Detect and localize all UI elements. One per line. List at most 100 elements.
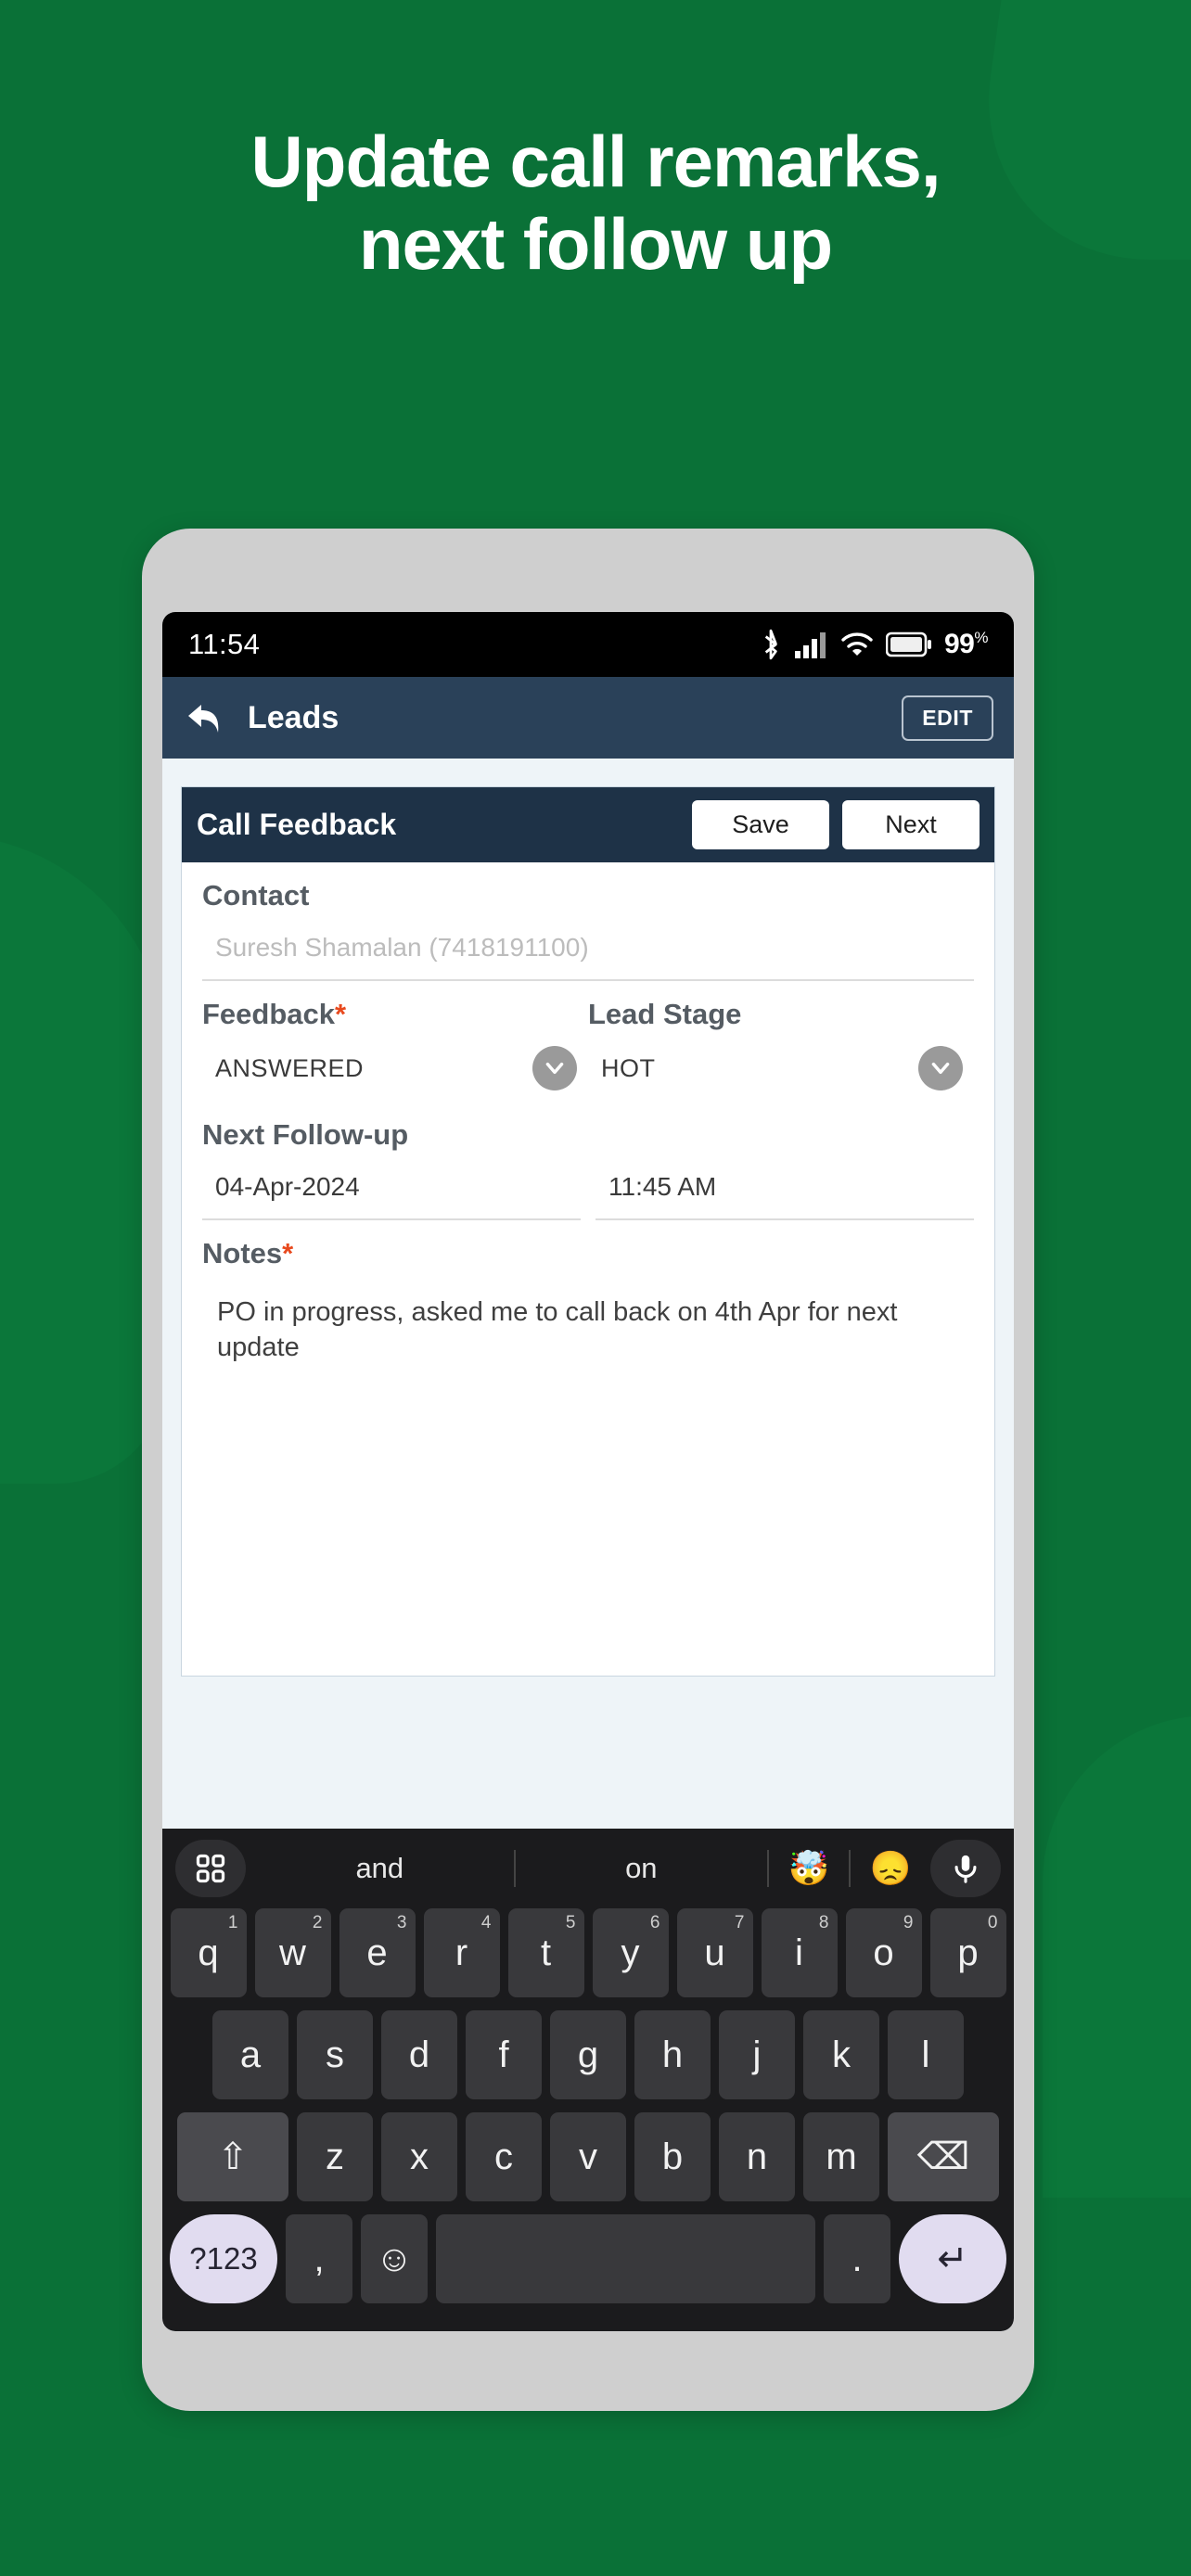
cellular-signal-icon xyxy=(795,631,828,658)
key-hint: 3 xyxy=(396,1913,407,1932)
key-s[interactable]: s xyxy=(297,2010,373,2099)
contact-field[interactable]: Suresh Shamalan (7418191100) xyxy=(202,918,974,981)
comma-key[interactable]: , xyxy=(286,2214,352,2303)
key-f[interactable]: f xyxy=(466,2010,542,2099)
key-a[interactable]: a xyxy=(212,2010,288,2099)
key-m[interactable]: m xyxy=(803,2112,879,2201)
key-u[interactable]: 7u xyxy=(676,1908,753,1997)
backspace-key-icon[interactable]: ⌫ xyxy=(888,2112,999,2201)
key-v[interactable]: v xyxy=(550,2112,626,2201)
notes-required-marker: * xyxy=(282,1237,294,1269)
key-k[interactable]: k xyxy=(803,2010,879,2099)
key-x[interactable]: x xyxy=(381,2112,457,2201)
lead-stage-field-group: Lead Stage HOT xyxy=(588,981,974,1102)
suggestion-word-2[interactable]: on xyxy=(516,1852,767,1885)
space-key[interactable] xyxy=(436,2214,815,2303)
key-r[interactable]: 4r xyxy=(423,1908,500,1997)
keyboard-row-4: ?123, ☺. ↵ xyxy=(162,2214,1014,2316)
feedback-required-marker: * xyxy=(335,998,347,1030)
key-w[interactable]: 2w xyxy=(254,1908,331,1997)
lead-stage-value: HOT xyxy=(601,1053,656,1082)
key-hint: 6 xyxy=(649,1913,660,1932)
emoji-key-icon[interactable]: ☺ xyxy=(361,2214,428,2303)
next-followup-fields: 04-Apr-2024 11:45 AM xyxy=(202,1157,974,1220)
card-title: Call Feedback xyxy=(197,808,397,841)
status-bar-icons: 99% xyxy=(759,629,988,660)
key-n[interactable]: n xyxy=(719,2112,795,2201)
period-key[interactable]: . xyxy=(824,2214,890,2303)
key-hint: 4 xyxy=(480,1913,492,1932)
back-arrow-icon[interactable] xyxy=(183,695,227,740)
phone-mockup-frame: 11:54 99% Leads EDIT Call Feedback Save … xyxy=(142,529,1034,2411)
key-q[interactable]: 1q xyxy=(170,1908,247,1997)
page-headline: Update call remarks, next follow up xyxy=(0,121,1191,286)
contact-value: Suresh Shamalan (7418191100) xyxy=(215,933,589,962)
key-i[interactable]: 8i xyxy=(761,1908,838,1997)
microphone-icon[interactable] xyxy=(930,1840,1001,1897)
save-button[interactable]: Save xyxy=(692,800,829,849)
notes-textarea[interactable]: PO in progress, asked me to call back on… xyxy=(202,1276,974,1517)
key-hint: 7 xyxy=(734,1913,745,1932)
suggestion-emoji-1[interactable]: 🤯 xyxy=(769,1849,849,1888)
edit-button[interactable]: EDIT xyxy=(902,695,993,741)
status-bar: 11:54 99% xyxy=(162,612,1014,677)
key-o[interactable]: 9o xyxy=(845,1908,922,1997)
suggestion-emoji-2[interactable]: 😞 xyxy=(851,1849,930,1888)
keyboard-row-1: 1q2w3e4r5t6y7u8i9o0p xyxy=(162,1908,1014,2010)
key-c[interactable]: c xyxy=(466,2112,542,2201)
key-hint: 9 xyxy=(903,1913,914,1932)
page-title: Leads xyxy=(248,699,339,735)
key-hint: 8 xyxy=(818,1913,829,1932)
key-hint: 5 xyxy=(565,1913,576,1932)
keyboard-row-2: asdfghjkl xyxy=(162,2010,1014,2112)
headline-line-2: next follow up xyxy=(358,202,833,285)
app-bar: Leads EDIT xyxy=(162,677,1014,759)
card-header: Call Feedback Save Next xyxy=(182,787,994,862)
key-hint: 1 xyxy=(227,1913,238,1932)
key-hint: 2 xyxy=(312,1913,323,1932)
next-followup-label: Next Follow-up xyxy=(202,1118,409,1151)
key-d[interactable]: d xyxy=(381,2010,457,2099)
key-t[interactable]: 5t xyxy=(507,1908,584,1997)
feedback-select[interactable]: ANSWERED xyxy=(202,1037,588,1102)
feedback-field-group: Feedback* ANSWERED xyxy=(202,981,588,1102)
suggestion-word-1[interactable]: and xyxy=(246,1852,514,1885)
chevron-down-icon[interactable] xyxy=(918,1046,963,1090)
key-p[interactable]: 0p xyxy=(929,1908,1006,1997)
notes-section: Notes* PO in progress, asked me to call … xyxy=(182,1220,994,1517)
key-j[interactable]: j xyxy=(719,2010,795,2099)
contact-label: Contact xyxy=(202,879,310,912)
keyboard-row-3: ⇧ z x c v b n m ⌫ xyxy=(162,2112,1014,2214)
keyboard-grid-icon[interactable] xyxy=(175,1840,246,1897)
key-z[interactable]: z xyxy=(297,2112,373,2201)
bluetooth-icon xyxy=(759,629,783,660)
battery-icon xyxy=(886,631,932,657)
headline-line-1: Update call remarks, xyxy=(250,121,941,202)
notes-label: Notes* xyxy=(202,1237,294,1269)
followup-date-field[interactable]: 04-Apr-2024 xyxy=(202,1157,581,1220)
on-screen-keyboard: and on 🤯 😞 1q2w3e4r5t6y7u8i9o0p asdfghjk… xyxy=(162,1829,1014,2331)
wifi-icon xyxy=(840,631,874,658)
key-l[interactable]: l xyxy=(888,2010,964,2099)
shift-key-icon[interactable]: ⇧ xyxy=(177,2112,288,2201)
key-e[interactable]: 3e xyxy=(339,1908,416,1997)
battery-percentage: 99% xyxy=(944,629,988,659)
next-followup-section: Next Follow-up 04-Apr-2024 11:45 AM xyxy=(182,1102,994,1220)
contact-section: Contact Suresh Shamalan (7418191100) xyxy=(182,862,994,981)
followup-time-value: 11:45 AM xyxy=(608,1172,717,1201)
followup-date-value: 04-Apr-2024 xyxy=(215,1172,360,1201)
followup-time-field[interactable]: 11:45 AM xyxy=(596,1157,974,1220)
status-bar-time: 11:54 xyxy=(188,628,261,660)
key-h[interactable]: h xyxy=(634,2010,711,2099)
chevron-down-icon[interactable] xyxy=(532,1046,577,1090)
lead-stage-select[interactable]: HOT xyxy=(588,1037,974,1102)
call-feedback-card: Call Feedback Save Next Contact Suresh S… xyxy=(181,786,995,1677)
key-b[interactable]: b xyxy=(634,2112,711,2201)
next-button[interactable]: Next xyxy=(842,800,980,849)
enter-key-icon[interactable]: ↵ xyxy=(899,2214,1006,2303)
feedback-leadstage-section: Feedback* ANSWERED Lead Stage HOT xyxy=(182,981,994,1102)
key-y[interactable]: 6y xyxy=(592,1908,669,1997)
numbers-key[interactable]: ?123 xyxy=(170,2214,277,2303)
key-g[interactable]: g xyxy=(550,2010,626,2099)
feedback-label: Feedback* xyxy=(202,998,347,1030)
